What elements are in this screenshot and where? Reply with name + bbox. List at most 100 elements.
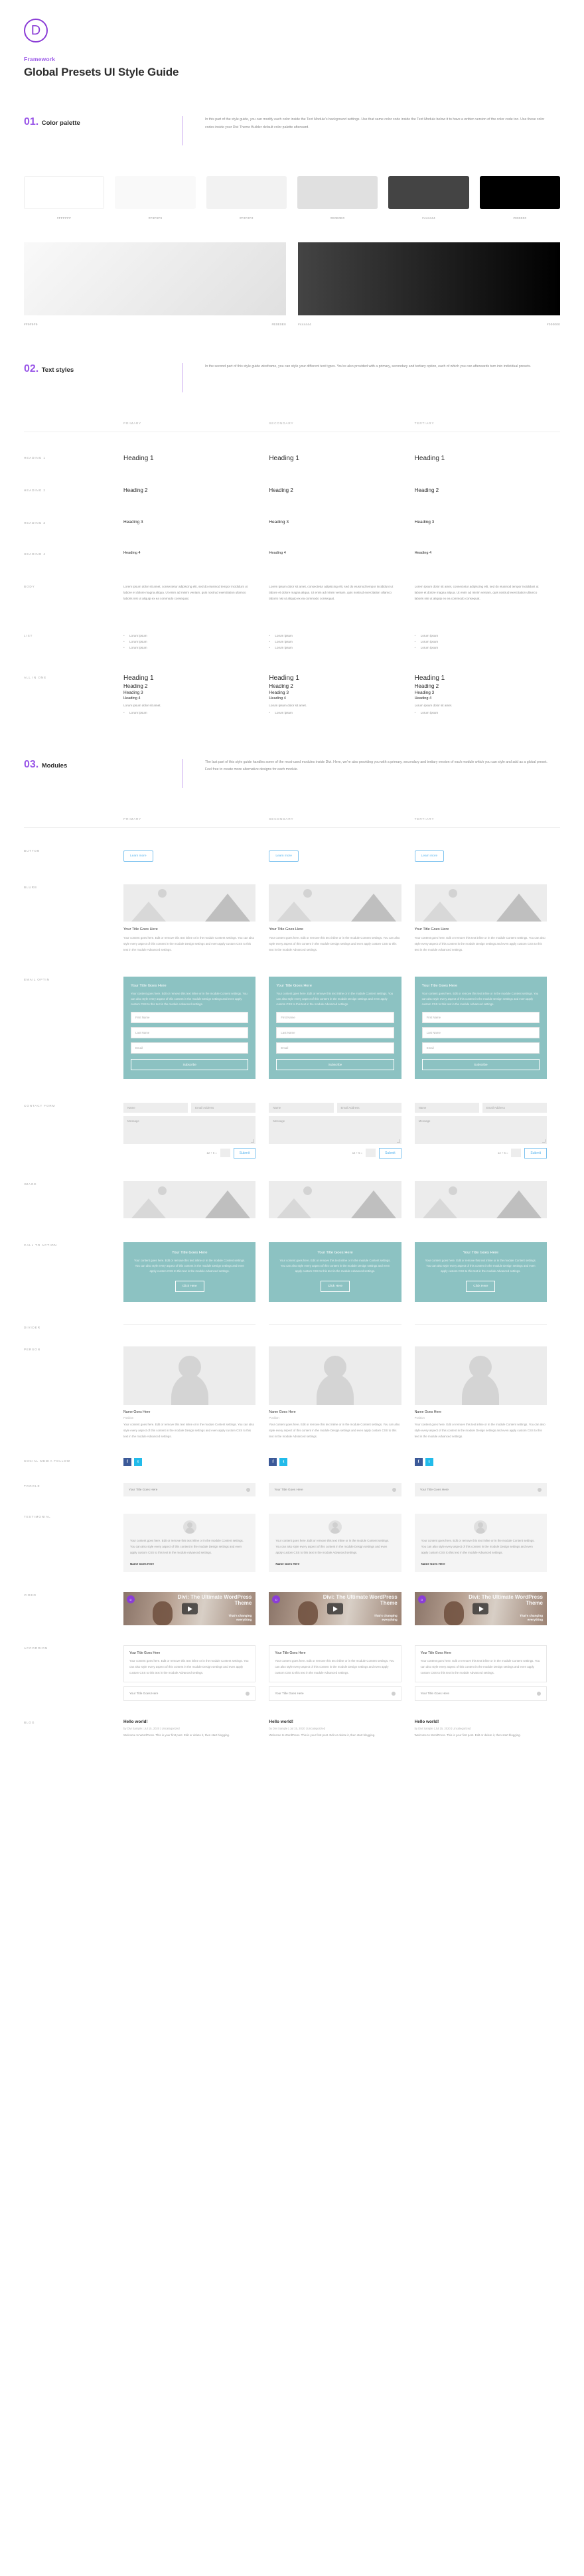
first-name-input[interactable]: First Name: [421, 1011, 540, 1023]
message-textarea[interactable]: Message: [414, 1115, 547, 1144]
email-address-input[interactable]: Email Address: [482, 1102, 547, 1113]
video-subtitle-2: everything: [382, 1618, 398, 1622]
video-player[interactable]: D Divi: The Ultimate WordPress Theme Tha…: [123, 1592, 256, 1626]
row-label: HEADING 4: [24, 552, 46, 556]
list-item: Lorum ipsum: [415, 645, 547, 651]
blurb-title: Your Title Goes Here: [269, 927, 304, 931]
body-sample: Lorum ipsum dolor sit amet.: [123, 704, 161, 708]
click-here-button[interactable]: Click Here: [175, 1280, 204, 1292]
learn-more-button[interactable]: Learn more: [123, 850, 153, 862]
submit-button[interactable]: Submit: [524, 1147, 547, 1159]
accordion-module: Your Title Goes Here Your content goes h…: [123, 1645, 269, 1701]
color-swatch: #F9F9F9: [115, 176, 196, 220]
facebook-icon[interactable]: f: [269, 1457, 277, 1466]
gradient-row: #F9F9F9 #E0E0E0 #444444 #000000: [0, 242, 584, 326]
list-item: Lorum ipsum: [415, 633, 547, 639]
blog-title[interactable]: Hello world!: [415, 1720, 547, 1724]
accordion-item-closed[interactable]: Your Title Goes Here: [269, 1686, 402, 1701]
subscribe-button[interactable]: Subscribe: [131, 1058, 249, 1070]
name-input[interactable]: Name: [123, 1102, 188, 1113]
play-icon[interactable]: [327, 1603, 343, 1615]
subscribe-button[interactable]: Subscribe: [421, 1058, 540, 1070]
accordion-item-closed[interactable]: Your Title Goes Here: [414, 1686, 547, 1701]
last-name-input[interactable]: Last Name: [421, 1026, 540, 1038]
module-row-accordion: ACCORDION Your Title Goes Here Your cont…: [0, 1645, 584, 1701]
email-input[interactable]: Email: [421, 1042, 540, 1054]
click-here-button[interactable]: Click Here: [320, 1280, 350, 1292]
testimonial-body: Your content goes here. Edit or remove t…: [275, 1538, 390, 1554]
video-player[interactable]: D Divi: The Ultimate WordPress Theme Tha…: [414, 1592, 547, 1626]
captcha-input[interactable]: [220, 1149, 230, 1158]
gradient-band: [24, 242, 286, 315]
blog-title[interactable]: Hello world!: [269, 1720, 401, 1724]
play-icon[interactable]: [473, 1603, 489, 1615]
name-input[interactable]: Name: [414, 1102, 479, 1113]
section-description: The last part of this style guide handle…: [205, 760, 548, 772]
column-header-tertiary: TERTIARY: [414, 422, 435, 425]
learn-more-button[interactable]: Learn more: [269, 850, 299, 862]
learn-more-button[interactable]: Learn more: [414, 850, 445, 862]
email-input[interactable]: Email: [276, 1042, 394, 1054]
accordion-item-open[interactable]: Your Title Goes Here Your content goes h…: [414, 1645, 547, 1682]
captcha-input[interactable]: [511, 1149, 522, 1158]
gradient-swatch: #F9F9F9 #E0E0E0: [24, 242, 286, 326]
avatar: [123, 1346, 256, 1405]
name-input[interactable]: Name: [269, 1102, 334, 1113]
list-item: Lorum ipsum: [269, 710, 401, 716]
blurb-body: Your content goes here. Edit or remove t…: [269, 935, 400, 951]
testimonial-card: Your content goes here. Edit or remove t…: [123, 1513, 256, 1573]
message-textarea[interactable]: Message: [269, 1115, 402, 1144]
person-position: Position: [123, 1415, 134, 1419]
allinone-sample: Heading 1 Heading 2 Heading 3 Heading 4 …: [269, 675, 414, 717]
module-row-video: VIDEO D Divi: The Ultimate WordPress The…: [0, 1592, 584, 1626]
twitter-icon[interactable]: t: [134, 1457, 142, 1466]
column-header-primary: PRIMARY: [123, 422, 142, 425]
toggle-module[interactable]: Your Title Goes Here: [414, 1483, 547, 1496]
submit-button[interactable]: Submit: [379, 1147, 402, 1159]
email-address-input[interactable]: Email Address: [336, 1102, 402, 1113]
facebook-icon[interactable]: f: [414, 1457, 423, 1466]
accordion-item-open[interactable]: Your Title Goes Here Your content goes h…: [123, 1645, 256, 1682]
color-code: #F9F9F9: [148, 216, 163, 220]
message-textarea[interactable]: Message: [123, 1115, 256, 1144]
video-player[interactable]: D Divi: The Ultimate WordPress Theme Tha…: [269, 1592, 402, 1626]
list-item: Lorum ipsum: [269, 645, 401, 651]
toggle-module[interactable]: Your Title Goes Here: [123, 1483, 256, 1496]
accordion-item-open[interactable]: Your Title Goes Here Your content goes h…: [269, 1645, 402, 1682]
submit-button[interactable]: Submit: [233, 1147, 256, 1159]
toggle-title: Your Title Goes Here: [419, 1488, 449, 1492]
email-address-input[interactable]: Email Address: [191, 1102, 256, 1113]
module-row-button: BUTTON Learn more Learn more Learn more: [0, 848, 584, 862]
click-here-button[interactable]: Click Here: [466, 1280, 496, 1292]
twitter-icon[interactable]: t: [279, 1457, 288, 1466]
module-row-email-optin: EMAIL OPTIN Your Title Goes Here Your co…: [0, 976, 584, 1079]
twitter-icon[interactable]: t: [425, 1457, 433, 1466]
module-row-divider: DIVIDER: [0, 1324, 584, 1329]
first-name-input[interactable]: First Name: [131, 1011, 249, 1023]
blog-title[interactable]: Hello world!: [123, 1720, 256, 1724]
first-name-input[interactable]: First Name: [276, 1011, 394, 1023]
allinone-sample: Heading 1 Heading 2 Heading 3 Heading 4 …: [415, 675, 560, 717]
heading2-sample: Heading 2: [269, 487, 293, 493]
email-input[interactable]: Email: [131, 1042, 249, 1054]
row-label: BLURB: [24, 885, 37, 889]
heading4-sample: Heading 4: [123, 551, 141, 555]
blog-meta: by Divi Sample | Jul 15, 2020 | Uncatego…: [414, 1726, 471, 1730]
avatar: [414, 1346, 547, 1405]
video-subtitle-1: That's changing: [374, 1614, 398, 1618]
testimonial-name: Name Goes Here: [130, 1562, 155, 1566]
last-name-input[interactable]: Last Name: [131, 1026, 249, 1038]
accordion-item-closed[interactable]: Your Title Goes Here: [123, 1686, 256, 1701]
cta-title: Your Title Goes Here: [317, 1250, 353, 1255]
testimonial-name: Name Goes Here: [421, 1562, 445, 1566]
play-icon[interactable]: [181, 1603, 198, 1615]
section-header-text: 02. Text styles In the second part of th…: [0, 363, 584, 392]
subscribe-button[interactable]: Subscribe: [276, 1058, 394, 1070]
toggle-module[interactable]: Your Title Goes Here: [269, 1483, 402, 1496]
color-chip: [479, 176, 560, 209]
row-label: HEADING 3: [24, 521, 46, 524]
last-name-input[interactable]: Last Name: [276, 1026, 394, 1038]
person-name: Name Goes Here: [414, 1409, 442, 1414]
facebook-icon[interactable]: f: [123, 1457, 131, 1466]
captcha-input[interactable]: [366, 1149, 376, 1158]
